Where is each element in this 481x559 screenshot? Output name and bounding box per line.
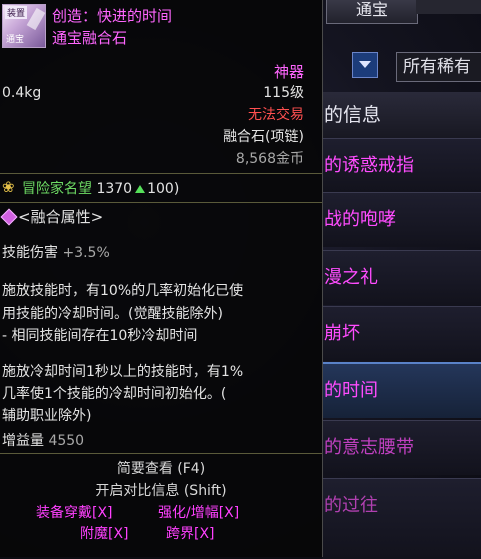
effect2-line2: 几率使1个技能的冷却时间初始化。( bbox=[2, 386, 227, 402]
tab-strip bbox=[416, 0, 481, 14]
effect1-line2: 用技能的冷却时间。(觉醒技能除外) bbox=[2, 306, 223, 322]
icon-bottom-label: 通宝 bbox=[6, 35, 25, 45]
list-item-selected[interactable]: 的时间 bbox=[322, 362, 481, 418]
item-tooltip: 装置 通宝 创造：快进的时间 通宝融合石 神器 0.4kg 115级 无法交易 … bbox=[0, 0, 323, 557]
list-item[interactable]: 的诱惑戒指 bbox=[322, 138, 481, 193]
item-rarity: 神器 bbox=[273, 63, 304, 81]
skill-damage-row: 技能伤害 +3.5% bbox=[2, 244, 110, 262]
trade-restriction: 无法交易 bbox=[248, 107, 304, 123]
item-level: 115级 bbox=[263, 85, 304, 101]
buff-label: 增益量 bbox=[2, 433, 44, 449]
shortcut-compare: 开启对比信息 (Shift) bbox=[95, 483, 227, 499]
skill-damage-label: 技能伤害 bbox=[2, 245, 58, 261]
rarity-dropdown[interactable]: 所有稀有 bbox=[396, 52, 481, 82]
shortcut-brief-view: 简要查看 (F4) bbox=[116, 461, 206, 477]
action-enhance: 强化/增幅[X] bbox=[158, 505, 240, 521]
fusion-header: <融合属性> bbox=[18, 208, 104, 226]
list-item[interactable]: 战的咆哮 bbox=[322, 192, 481, 247]
action-cross: 跨界[X] bbox=[166, 526, 215, 542]
buff-row: 增益量 4550 bbox=[2, 432, 84, 450]
reputation-icon: ❀ bbox=[2, 178, 15, 196]
increase-icon bbox=[135, 185, 146, 193]
reputation-increase: 100 bbox=[147, 181, 174, 197]
list-item[interactable]: 的过往 bbox=[322, 478, 481, 559]
item-name: 创造：快进的时间 bbox=[52, 7, 173, 25]
icon-shine bbox=[26, 7, 46, 31]
item-type: 融合石(项链) bbox=[223, 129, 304, 145]
skill-damage-value: +3.5% bbox=[62, 245, 110, 261]
list-item[interactable]: 崩坏 bbox=[322, 306, 481, 361]
chevron-down-icon bbox=[359, 61, 371, 68]
item-subtitle: 通宝融合石 bbox=[52, 29, 128, 47]
buff-value: 4550 bbox=[48, 433, 85, 449]
list-header: 的信息 bbox=[322, 92, 481, 138]
divider bbox=[0, 453, 322, 454]
effect1-line3: - 相同技能间存在10秒冷却时间 bbox=[2, 328, 198, 344]
action-enchant: 附魔[X] bbox=[80, 526, 129, 542]
divider bbox=[0, 173, 322, 174]
icon-top-label: 装置 bbox=[5, 6, 28, 19]
effect2-line3: 辅助职业除外) bbox=[2, 408, 92, 424]
fusion-gem-icon bbox=[0, 208, 18, 226]
action-equip: 装备穿戴[X] bbox=[36, 505, 113, 521]
reputation-value: 1370 bbox=[96, 181, 133, 197]
list-item[interactable]: 的意志腰带 bbox=[322, 420, 481, 475]
reputation-row: 冒险家名望 1370 100) bbox=[22, 181, 180, 197]
reputation-label: 冒险家名望 bbox=[22, 181, 92, 197]
filter-dropdown-button[interactable] bbox=[352, 52, 378, 78]
item-weight: 0.4kg bbox=[2, 85, 42, 101]
tab-tongbao[interactable]: 通宝 bbox=[326, 0, 418, 24]
effect2-line1: 施放冷却时间1秒以上的技能时，有1% bbox=[2, 364, 244, 380]
item-price: 8,568金币 bbox=[235, 151, 304, 167]
effect1-line1: 施放技能时，有10%的几率初始化已使 bbox=[2, 283, 244, 299]
divider bbox=[0, 202, 322, 203]
list-item[interactable]: 漫之礼 bbox=[322, 250, 481, 305]
item-icon: 装置 通宝 bbox=[2, 4, 46, 48]
